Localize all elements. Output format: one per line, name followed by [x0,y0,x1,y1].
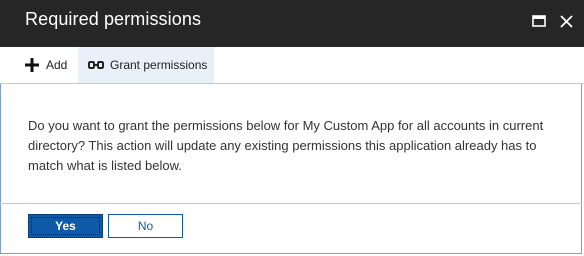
window-title: Required permissions [25,9,202,29]
plus-icon [24,57,40,73]
link-icon [88,60,104,70]
add-label: Add [46,58,68,72]
confirmation-message: Do you want to grant the permissions bel… [28,118,544,173]
maximize-button[interactable] [528,10,550,32]
maximize-icon [532,15,546,27]
command-bar: Add Grant permissions [0,47,584,84]
grant-permissions-label: Grant permissions [110,58,208,72]
no-button[interactable]: No [108,214,183,238]
close-button[interactable] [555,10,577,32]
yes-button[interactable]: Yes [28,214,103,238]
close-icon [559,14,573,28]
grant-permissions-button[interactable]: Grant permissions [78,47,214,83]
divider [0,203,582,204]
title-bar: Required permissions [0,0,584,47]
add-button[interactable]: Add [24,47,73,83]
